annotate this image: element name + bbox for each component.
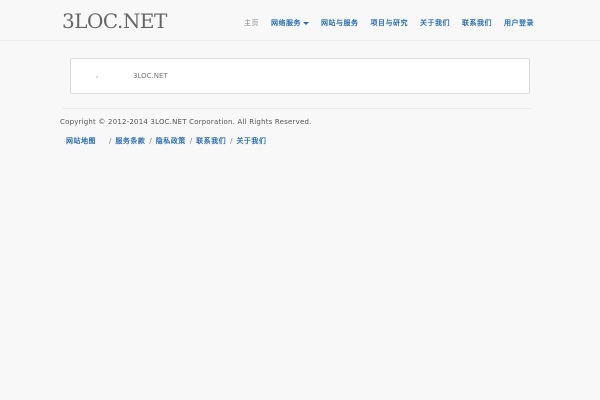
content-panel: , 3LOC.NET xyxy=(70,58,530,94)
panel-site-name: 3LOC.NET xyxy=(133,72,168,80)
footer-link-terms[interactable]: 服务条款 xyxy=(115,136,145,146)
nav-item-services[interactable]: 网络服务 xyxy=(271,18,309,28)
footer-link-separator: / xyxy=(230,137,233,145)
footer-link-separator: / xyxy=(189,137,193,145)
nav-link-about[interactable]: 关于我们 xyxy=(420,19,450,27)
top-navbar: 3LOC.NET 主页 网络服务 网站与服务 项目与研究 关于我们 联系我们 用… xyxy=(0,0,600,41)
nav-item-websites[interactable]: 网站与服务 xyxy=(321,18,359,28)
footer-link-separator: / xyxy=(149,137,152,145)
nav-link-projects[interactable]: 项目与研究 xyxy=(371,19,409,27)
footer-links: 网站地图 / 服务条款 / 隐私政策 / 联系我们 / 关于我们 xyxy=(66,136,266,146)
footer-link-privacy[interactable]: 隐私政策 xyxy=(156,136,186,146)
nav-item-home[interactable]: 主页 xyxy=(244,18,259,28)
nav-item-contact[interactable]: 联系我们 xyxy=(462,18,492,28)
footer-link-contact[interactable]: 联系我们 xyxy=(196,136,226,146)
footer-link-separator: / xyxy=(109,137,112,145)
nav-item-login[interactable]: 用户登录 xyxy=(504,18,534,28)
footer-link-sitemap[interactable]: 网站地图 xyxy=(66,136,96,146)
nav-item-projects[interactable]: 项目与研究 xyxy=(371,18,409,28)
nav-link-services[interactable]: 网络服务 xyxy=(271,19,309,27)
nav-link-home[interactable]: 主页 xyxy=(244,19,259,27)
nav-link-login[interactable]: 用户登录 xyxy=(504,19,534,27)
main-nav: 主页 网络服务 网站与服务 项目与研究 关于我们 联系我们 用户登录 xyxy=(244,18,534,28)
nav-link-services-label: 网络服务 xyxy=(271,19,301,27)
nav-item-about[interactable]: 关于我们 xyxy=(420,18,450,28)
brand-logo[interactable]: 3LOC.NET xyxy=(62,9,167,33)
nav-link-contact[interactable]: 联系我们 xyxy=(462,19,492,27)
footer-link-about[interactable]: 关于我们 xyxy=(236,136,266,146)
footer-divider xyxy=(62,108,532,109)
copyright-text: Copyright © 2012-2014 3LOC.NET Corporati… xyxy=(60,118,312,126)
nav-link-websites[interactable]: 网站与服务 xyxy=(321,19,359,27)
caret-down-icon xyxy=(303,21,309,25)
panel-comma: , xyxy=(96,71,99,79)
